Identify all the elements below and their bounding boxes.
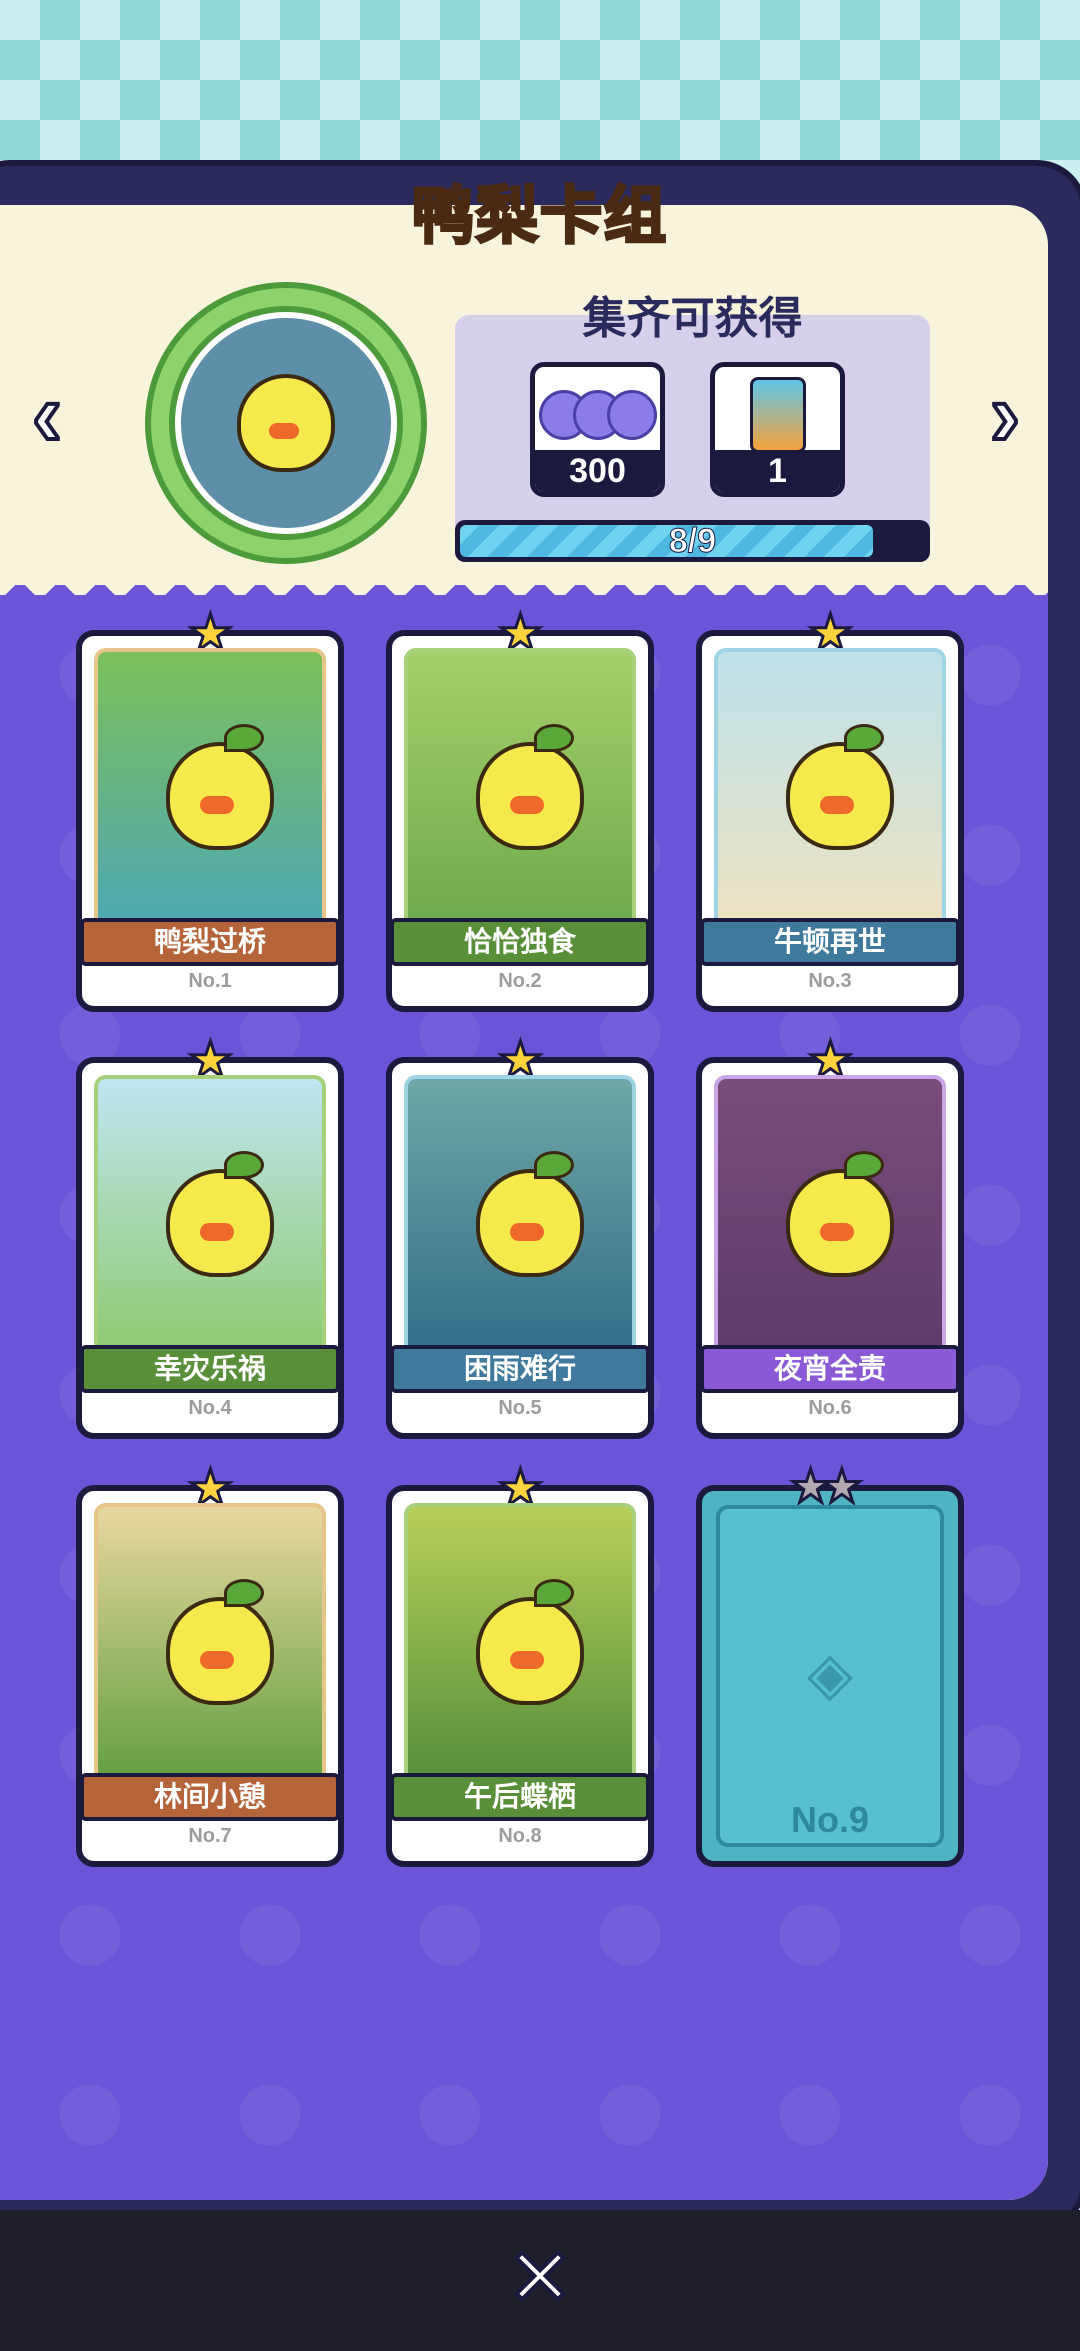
card-title: 午后蝶栖	[390, 1773, 650, 1821]
reward-ticket[interactable]: 1	[710, 362, 845, 497]
ticket-icon	[715, 376, 840, 453]
card-number: No.3	[808, 970, 852, 992]
card-3[interactable]: ★ 牛顿再世 No.3	[696, 607, 964, 1012]
card-7[interactable]: ★ 林间小憩 No.7	[76, 1462, 344, 1867]
card-art	[94, 1075, 326, 1375]
card-art	[404, 648, 636, 948]
card-art	[94, 1503, 326, 1803]
card-title: 困雨难行	[390, 1345, 650, 1393]
zigzag-divider	[0, 565, 1048, 595]
card-6[interactable]: ★ 夜宵全责 No.6	[696, 1034, 964, 1439]
rewards-title: 集齐可获得	[582, 294, 803, 343]
star-icon: ★★	[788, 1460, 864, 1512]
reward-count: 300	[535, 450, 660, 492]
card-art	[714, 1075, 946, 1375]
card-title: 幸灾乐祸	[80, 1345, 340, 1393]
card-art	[714, 648, 946, 948]
badge-art	[175, 312, 397, 534]
card-5[interactable]: ★ 困雨难行 No.5	[386, 1034, 654, 1439]
progress-text: 8/9	[668, 522, 717, 561]
card-title: 林间小憩	[80, 1773, 340, 1821]
card-number: No.5	[498, 1397, 542, 1419]
reward-coins[interactable]: 300	[530, 362, 665, 497]
card-art	[404, 1075, 636, 1375]
rewards-panel	[455, 315, 930, 555]
game-logo-icon: ◈	[806, 1640, 854, 1707]
reward-count: 1	[715, 450, 840, 492]
card-9-locked[interactable]: ★★ ◈ No.9	[696, 1462, 964, 1867]
collection-progress: 8/9	[455, 520, 930, 562]
locked-card-face: ◈ No.9	[716, 1505, 944, 1847]
card-number: No.8	[498, 1825, 542, 1847]
card-title: 牛顿再世	[700, 918, 960, 966]
chevron-left-icon[interactable]: ‹	[12, 368, 82, 462]
set-badge	[145, 282, 427, 564]
card-title: 恰恰独食	[390, 918, 650, 966]
card-number: No.2	[498, 970, 542, 992]
chevron-right-icon[interactable]: ›	[970, 368, 1040, 462]
card-number: No.7	[188, 1825, 232, 1847]
card-title: 夜宵全责	[700, 1345, 960, 1393]
card-number: No.4	[188, 1397, 232, 1419]
card-art	[94, 648, 326, 948]
card-8[interactable]: ★ 午后蝶栖 No.8	[386, 1462, 654, 1867]
card-number: No.6	[808, 1397, 852, 1419]
card-4[interactable]: ★ 幸灾乐祸 No.4	[76, 1034, 344, 1439]
duck-icon	[237, 374, 335, 472]
coin-stack-icon	[535, 377, 660, 452]
close-icon[interactable]: ✕	[500, 2236, 580, 2320]
card-2[interactable]: ★ 恰恰独食 No.2	[386, 607, 654, 1012]
card-art	[404, 1503, 636, 1803]
card-number: No.9	[790, 1799, 869, 1840]
page-title: 鸭梨卡组	[410, 181, 668, 253]
card-1[interactable]: ★ 鸭梨过桥 No.1	[76, 607, 344, 1012]
card-title: 鸭梨过桥	[80, 918, 340, 966]
card-number: No.1	[188, 970, 232, 992]
